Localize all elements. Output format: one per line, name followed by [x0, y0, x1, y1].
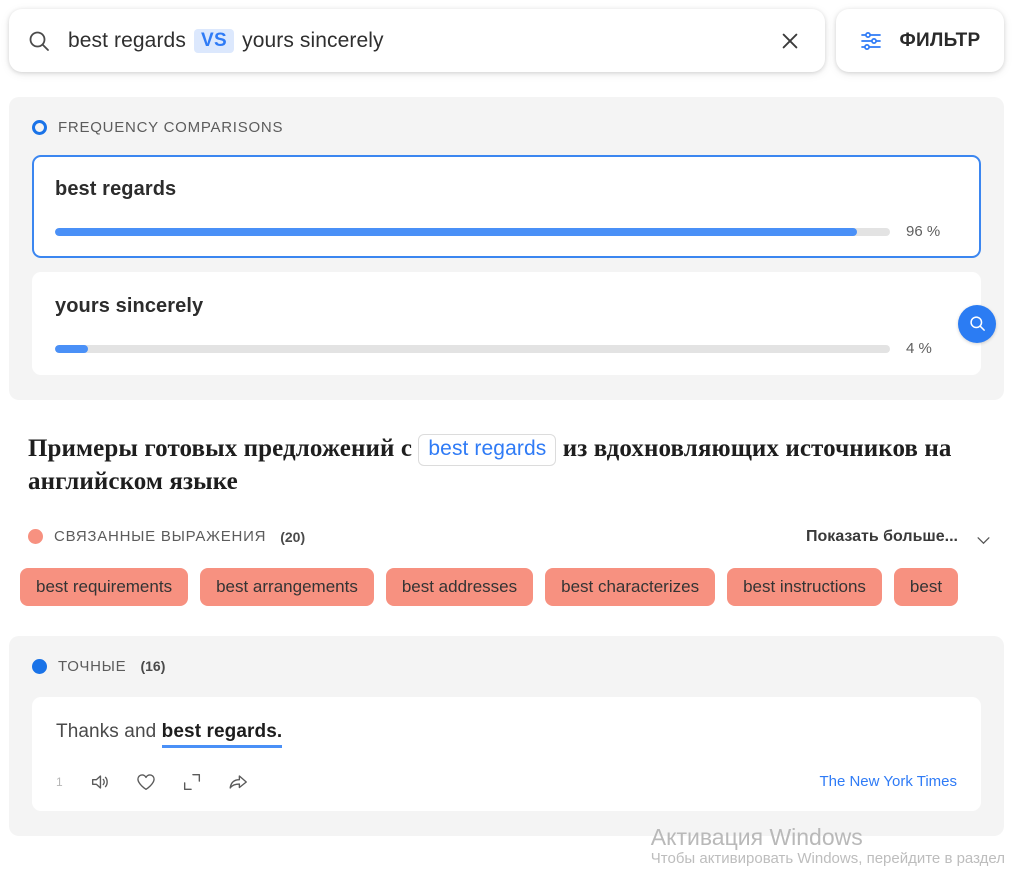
related-chip[interactable]: best: [893, 567, 959, 606]
frequency-percent: 96 %: [906, 223, 941, 240]
related-chips-row[interactable]: best requirements best arrangements best a…: [0, 567, 1013, 606]
exact-section-header: ТОЧНЫЕ (16): [32, 658, 981, 675]
query-term-a: best regards: [68, 28, 186, 52]
related-chip[interactable]: best characterizes: [545, 567, 716, 606]
exact-section-label: ТОЧНЫЕ: [58, 657, 127, 675]
related-chip[interactable]: best requirements: [20, 567, 189, 606]
query-term-b: yours sincerely: [242, 28, 384, 52]
show-more-button[interactable]: Показать больше...: [806, 528, 991, 546]
exact-count: (16): [140, 658, 166, 675]
dot-icon: [28, 529, 43, 545]
share-icon[interactable]: [227, 771, 249, 793]
frequency-bar-track: [55, 227, 890, 236]
heading-before: Примеры готовых предложений с: [28, 435, 413, 462]
frequency-percent: 4 %: [906, 340, 932, 357]
dot-icon: [32, 658, 47, 674]
search-box[interactable]: best regards VS yours sincerely: [9, 9, 825, 72]
chevron-down-icon: [976, 532, 991, 545]
frequency-bar-fill: [55, 227, 857, 236]
frequency-bar-row: 96 %: [55, 223, 958, 240]
exact-matches-panel: ТОЧНЫЕ (16) Thanks and best regards. 1 T…: [9, 635, 1004, 836]
result-card[interactable]: Thanks and best regards. 1 The New York …: [32, 696, 981, 811]
search-query[interactable]: best regards VS yours sincerely: [68, 28, 775, 53]
heading-highlighted-term: best regards: [418, 434, 557, 466]
app-root: best regards VS yours sincerely ФИЛЬТР F…: [0, 0, 1013, 873]
ring-icon: [32, 120, 47, 135]
top-bar: best regards VS yours sincerely ФИЛЬТР: [0, 0, 1013, 80]
filter-label: ФИЛЬТР: [899, 29, 981, 51]
search-icon: [27, 29, 51, 53]
related-expressions-block: СВЯЗАННЫЕ ВЫРАЖЕНИЯ (20) Показать больше…: [0, 528, 1013, 606]
clear-search-button[interactable]: [775, 26, 805, 56]
result-actions: 1: [56, 771, 819, 793]
related-chip[interactable]: best instructions: [727, 567, 882, 606]
frequency-section-header: FREQUENCY COMPARISONS: [32, 119, 981, 136]
heart-icon[interactable]: [135, 771, 157, 793]
show-more-label: Показать больше...: [806, 527, 958, 545]
frequency-card-yours-sincerely[interactable]: yours sincerely 4 %: [32, 272, 996, 375]
frequency-bar-fill: [55, 344, 89, 353]
search-circle-icon[interactable]: [958, 304, 996, 343]
expand-icon[interactable]: [181, 771, 203, 793]
related-header: СВЯЗАННЫЕ ВЫРАЖЕНИЯ (20) Показать больше…: [0, 528, 1013, 546]
result-prefix: Thanks and: [56, 720, 162, 742]
speaker-icon[interactable]: [89, 771, 111, 793]
frequency-section-label: FREQUENCY COMPARISONS: [58, 119, 284, 136]
result-sentence: Thanks and best regards.: [56, 720, 957, 748]
watermark-subtitle: Чтобы активировать Windows, перейдите в …: [650, 850, 1005, 868]
frequency-term: yours sincerely: [55, 295, 204, 317]
results-heading: Примеры готовых предложений с best regar…: [28, 433, 985, 498]
related-section-label: СВЯЗАННЫЕ ВЫРАЖЕНИЯ: [54, 528, 267, 546]
related-chip[interactable]: best addresses: [385, 567, 534, 606]
frequency-comparisons-panel: FREQUENCY COMPARISONS best regards 96 % …: [9, 97, 1004, 400]
frequency-bar-row: 4 %: [55, 340, 958, 357]
result-source-link[interactable]: The New York Times: [819, 773, 957, 790]
vs-badge: VS: [193, 28, 235, 53]
result-match-term: best regards.: [161, 720, 283, 748]
result-footer: 1 The New York Times: [56, 771, 957, 793]
result-index: 1: [56, 774, 63, 789]
frequency-term: best regards: [55, 178, 177, 200]
related-chip[interactable]: best arrangements: [200, 567, 374, 606]
frequency-bar-track: [55, 344, 890, 353]
sliders-icon: [859, 29, 883, 53]
filter-button[interactable]: ФИЛЬТР: [836, 9, 1004, 72]
frequency-card-best-regards[interactable]: best regards 96 %: [32, 155, 981, 258]
related-count: (20): [280, 528, 306, 545]
